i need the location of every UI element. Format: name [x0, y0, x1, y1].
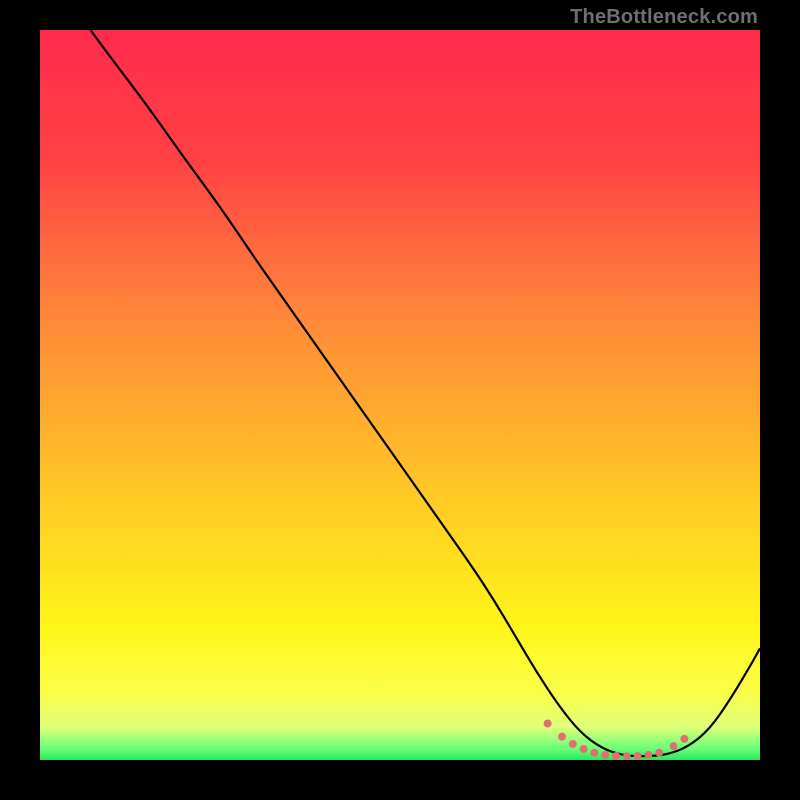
- curve-line: [90, 30, 760, 756]
- watermark-text: TheBottleneck.com: [570, 6, 758, 29]
- trough-dot: [612, 752, 620, 760]
- trough-dot: [655, 749, 663, 757]
- trough-dot: [580, 745, 588, 753]
- chart-frame: TheBottleneck.com: [0, 0, 800, 800]
- trough-dot: [569, 740, 577, 748]
- trough-dot: [680, 735, 688, 743]
- trough-dot: [601, 751, 609, 759]
- trough-dot: [558, 733, 566, 741]
- trough-dot: [623, 752, 631, 760]
- trough-dot: [670, 742, 678, 750]
- trough-dot: [634, 752, 642, 760]
- plot-area: [40, 30, 760, 760]
- trough-dot: [544, 720, 552, 728]
- bottleneck-curve: [40, 30, 760, 760]
- trough-dot: [644, 751, 652, 759]
- trough-dot: [590, 749, 598, 757]
